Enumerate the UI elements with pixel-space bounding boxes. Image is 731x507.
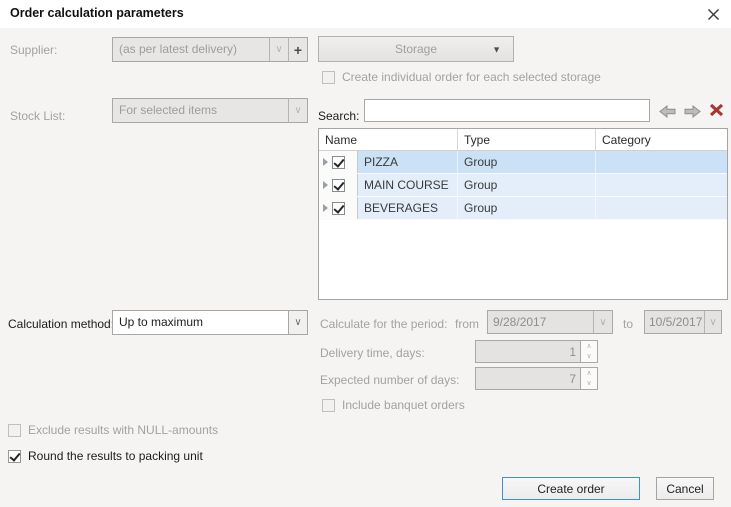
row-category-label: [595, 151, 727, 173]
column-header-name[interactable]: Name: [319, 129, 458, 150]
calculation-method-combobox[interactable]: Up to maximum ∨: [112, 310, 308, 335]
chevron-down-icon[interactable]: ∨: [704, 311, 721, 333]
period-from-label: from: [455, 317, 479, 331]
row-indent: [319, 174, 358, 196]
create-order-label: Create order: [537, 482, 604, 496]
individual-order-label: Create individual order for each selecte…: [342, 70, 601, 84]
spin-buttons: ∧ ∨: [580, 341, 597, 362]
row-checkbox[interactable]: [332, 156, 345, 169]
create-order-button[interactable]: Create order: [502, 477, 640, 500]
table-header: Name Type Category: [319, 129, 727, 151]
order-calculation-dialog: Order calculation parameters Supplier: (…: [0, 0, 731, 507]
supplier-value: (as per latest delivery): [113, 38, 269, 61]
cancel-button[interactable]: Cancel: [656, 477, 714, 500]
clear-search-icon[interactable]: [707, 102, 725, 118]
row-checkbox[interactable]: [332, 179, 345, 192]
checkbox-box[interactable]: [322, 399, 335, 412]
dialog-title: Order calculation parameters: [10, 6, 184, 20]
stock-list-value: For selected items: [113, 99, 288, 122]
dialog-body: Supplier: (as per latest delivery) ∨ + S…: [0, 28, 731, 507]
expected-days-value: 7: [476, 368, 580, 389]
spin-down-icon[interactable]: ∨: [581, 352, 597, 363]
spin-down-icon[interactable]: ∨: [581, 379, 597, 390]
round-results-label: Round the results to packing unit: [28, 449, 203, 463]
checkbox-box[interactable]: [8, 450, 21, 463]
table-row[interactable]: BEVERAGES Group: [319, 197, 727, 220]
search-input[interactable]: [364, 99, 650, 122]
table-row[interactable]: MAIN COURSE Group: [319, 174, 727, 197]
delivery-time-label: Delivery time, days:: [320, 346, 425, 360]
cancel-label: Cancel: [666, 482, 703, 496]
close-button[interactable]: [703, 4, 723, 24]
chevron-down-icon[interactable]: ∨: [593, 311, 612, 333]
date-to-value: 10/5/2017: [645, 311, 704, 333]
include-banquet-label: Include banquet orders: [342, 398, 465, 412]
period-to-label: to: [623, 317, 633, 331]
expand-arrow-icon[interactable]: [323, 181, 328, 189]
individual-order-checkbox[interactable]: Create individual order for each selecte…: [322, 70, 601, 84]
supplier-combobox[interactable]: (as per latest delivery) ∨ +: [112, 37, 308, 62]
round-results-checkbox[interactable]: Round the results to packing unit: [8, 449, 203, 463]
search-previous-arrow-icon[interactable]: [658, 103, 676, 119]
spin-up-icon[interactable]: ∧: [581, 368, 597, 379]
checkbox-box[interactable]: [322, 71, 335, 84]
table-row[interactable]: PIZZA Group: [319, 151, 727, 174]
expected-days-spinner[interactable]: 7 ∧ ∨: [475, 367, 598, 390]
include-banquet-checkbox[interactable]: Include banquet orders: [322, 398, 465, 412]
search-next-arrow-icon[interactable]: [683, 103, 701, 119]
date-from-field[interactable]: 9/28/2017 ∨: [487, 310, 613, 334]
column-header-type[interactable]: Type: [458, 129, 596, 150]
delivery-time-spinner[interactable]: 1 ∧ ∨: [475, 340, 598, 363]
row-indent: [319, 197, 358, 219]
column-header-category[interactable]: Category: [596, 129, 727, 150]
row-name-label: BEVERAGES: [358, 197, 457, 219]
storage-button-label: Storage: [395, 42, 437, 56]
items-table: Name Type Category PIZZA Group MAIN COUR…: [318, 128, 728, 300]
spin-buttons: ∧ ∨: [580, 368, 597, 389]
row-indent: [319, 151, 358, 173]
stock-list-label: Stock List:: [10, 109, 65, 123]
close-icon: [707, 8, 720, 21]
delivery-time-value: 1: [476, 341, 580, 362]
calculation-method-value: Up to maximum: [113, 311, 288, 334]
stock-list-combobox[interactable]: For selected items ∨: [112, 98, 308, 123]
table-body: PIZZA Group MAIN COURSE Group BEVERAGES …: [319, 151, 727, 220]
row-type-label: Group: [457, 197, 595, 219]
titlebar: Order calculation parameters: [0, 0, 731, 28]
dropdown-arrow-icon: ▼: [492, 45, 501, 55]
spin-up-icon[interactable]: ∧: [581, 341, 597, 352]
row-category-label: [595, 174, 727, 196]
date-to-field[interactable]: 10/5/2017 ∨: [644, 310, 722, 334]
period-label: Calculate for the period:: [320, 317, 447, 331]
chevron-down-icon[interactable]: ∨: [269, 38, 288, 61]
search-label: Search:: [318, 109, 359, 123]
row-type-label: Group: [457, 174, 595, 196]
row-category-label: [595, 197, 727, 219]
calculation-method-label: Calculation method:: [8, 317, 114, 331]
exclude-null-checkbox[interactable]: Exclude results with NULL-amounts: [8, 423, 218, 437]
date-from-value: 9/28/2017: [488, 311, 593, 333]
chevron-down-icon[interactable]: ∨: [288, 99, 307, 122]
row-checkbox[interactable]: [332, 202, 345, 215]
add-supplier-button[interactable]: +: [288, 38, 307, 61]
supplier-label: Supplier:: [10, 43, 57, 57]
exclude-null-label: Exclude results with NULL-amounts: [28, 423, 218, 437]
storage-dropdown-button[interactable]: Storage ▼: [318, 36, 514, 62]
checkbox-box[interactable]: [8, 424, 21, 437]
expand-arrow-icon[interactable]: [323, 204, 328, 212]
expand-arrow-icon[interactable]: [323, 158, 328, 166]
expected-days-label: Expected number of days:: [320, 373, 459, 387]
row-name-label: PIZZA: [358, 151, 457, 173]
chevron-down-icon[interactable]: ∨: [288, 311, 307, 334]
row-name-label: MAIN COURSE: [358, 174, 457, 196]
row-type-label: Group: [457, 151, 595, 173]
